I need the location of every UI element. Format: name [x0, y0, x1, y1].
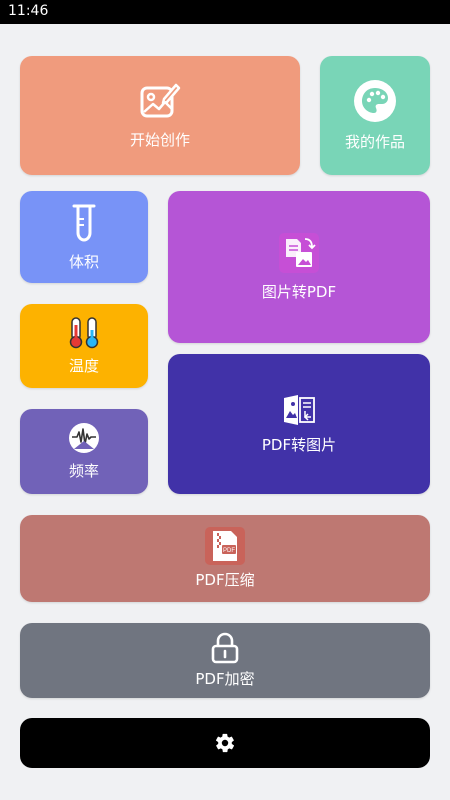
pdf-encrypt-label: PDF加密 — [195, 670, 255, 688]
create-button[interactable]: 开始创作 — [20, 56, 300, 175]
pdf-compress-label: PDF压缩 — [195, 571, 255, 589]
image-to-pdf-label: 图片转PDF — [261, 282, 337, 301]
lock-icon — [210, 632, 240, 664]
pdf-encrypt-button[interactable]: PDF加密 — [20, 623, 430, 698]
volume-button[interactable]: 体积 — [20, 191, 148, 283]
status-bar: 11:46 — [0, 0, 450, 24]
image-to-pdf-icon — [279, 232, 319, 273]
temperature-label: 温度 — [68, 356, 99, 375]
image-to-pdf-button[interactable]: 图片转PDF — [168, 191, 430, 343]
status-time: 11:46 — [8, 3, 49, 19]
pdf-compress-icon: PDF — [205, 527, 245, 565]
my-works-label: 我的作品 — [344, 133, 405, 151]
frequency-label: 频率 — [68, 462, 99, 480]
thermometer-icon — [69, 316, 99, 349]
pdf-to-image-label: PDF转图片 — [261, 435, 337, 454]
pdf-compress-button[interactable]: PDF PDF压缩 — [20, 515, 430, 602]
pdf-to-image-icon — [282, 394, 316, 426]
volume-label: 体积 — [68, 252, 99, 271]
frequency-button[interactable]: 频率 — [20, 409, 148, 494]
gear-icon — [214, 732, 236, 754]
my-works-button[interactable]: 我的作品 — [320, 56, 430, 175]
create-label: 开始创作 — [129, 131, 190, 149]
pdf-to-image-button[interactable]: PDF转图片 — [168, 354, 430, 494]
settings-button[interactable] — [20, 718, 430, 768]
image-edit-icon — [139, 81, 181, 121]
test-tube-icon — [71, 203, 97, 243]
palette-icon — [353, 79, 397, 123]
temperature-button[interactable]: 温度 — [20, 304, 148, 388]
svg-text:PDF: PDF — [223, 548, 235, 554]
frequency-wave-icon — [68, 422, 100, 454]
